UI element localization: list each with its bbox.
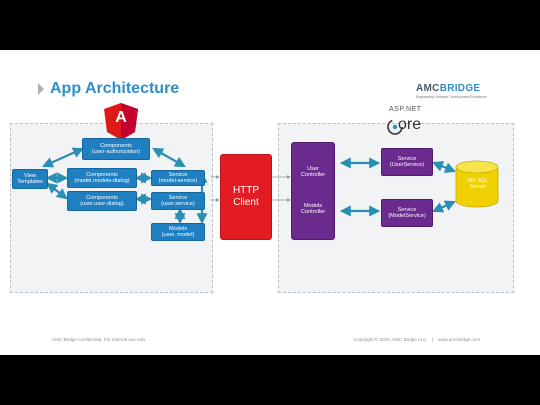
arrow-auth-to-service-model <box>152 147 186 168</box>
angular-letter: A <box>115 109 127 126</box>
arrow-model-service-to-db <box>431 200 457 213</box>
node-service-user: Service (user.service) <box>151 192 205 210</box>
footer-separator: | <box>431 337 433 342</box>
node-components-user-auth: Components (user-authorization) <box>82 138 150 160</box>
node-service-model-service: Service (ModelService) <box>381 199 433 227</box>
footer-website[interactable]: www.amcbridge.com <box>438 337 480 342</box>
footer-confidential: AMC Bridge confidential. For internal us… <box>52 337 146 342</box>
node-controllers <box>291 142 335 240</box>
node-models-controller: Models Controller <box>300 203 326 216</box>
node-database-label: MS SQL Server <box>467 178 489 191</box>
footer-right: Copyright © 2020, AMC Bridge LLC | www.amc… <box>354 337 480 342</box>
aspnet-label: ASP.NET <box>389 106 422 113</box>
footer-copyright: Copyright © 2020, AMC Bridge LLC <box>354 337 427 342</box>
node-service-model: Service (model-service) <box>151 170 205 186</box>
node-service-user-service: Service (UserService) <box>381 148 433 176</box>
arrow-auth-to-view <box>41 147 85 168</box>
node-components-models-dialog: Components (model.models-dialog) <box>67 168 137 188</box>
node-http-client: HTTP Client <box>220 154 272 240</box>
node-user-controller: User Controller <box>300 166 326 179</box>
node-models-user-model: Models (user. model) <box>151 223 205 241</box>
arrow-view-to-user-dialog <box>46 182 68 200</box>
slide: App Architecture AMCBRIDGE Engineering S… <box>0 50 540 355</box>
arrow-user-service-to-db <box>431 161 457 173</box>
node-view-templates: View Templates <box>12 169 48 189</box>
core-label: ore <box>398 116 422 133</box>
node-components-user-dialog: Components (user.user-dialog) <box>67 191 137 211</box>
